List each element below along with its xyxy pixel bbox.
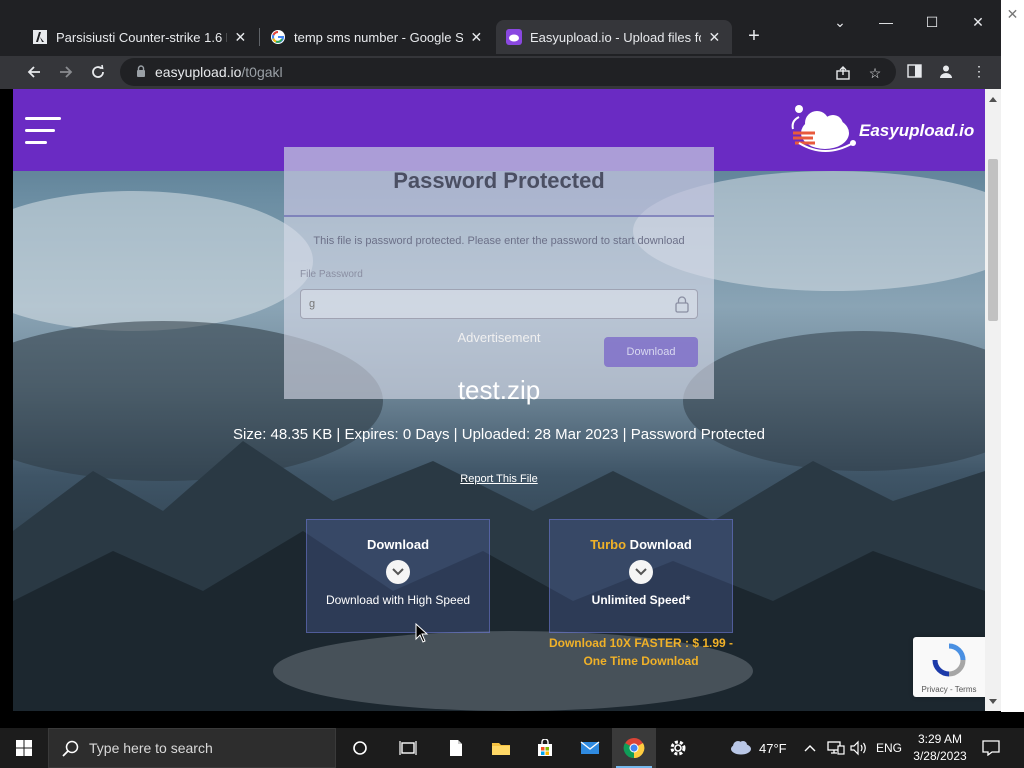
windows-start-icon[interactable] [2,728,46,768]
password-modal: Password Protected This file is password… [284,147,714,399]
notepad-icon[interactable] [434,728,478,768]
mouse-cursor-icon [415,623,429,643]
promo-line-1: Download 10X FASTER : $ 1.99 - [548,636,734,650]
download-card-subtitle: Download with High Speed [325,593,471,607]
modal-message: This file is password protected. Please … [313,235,685,247]
windows-taskbar: Type here to search 47°F ENG 3:29 AM 3/2… [0,728,1024,768]
turbo-card-subtitle: Unlimited Speed* [591,593,691,607]
tab-easyupload[interactable]: Easyupload.io - Upload files for free ✕ [496,20,732,54]
hamburger-menu-icon[interactable] [25,117,61,145]
google-icon [270,29,286,45]
site-logo[interactable]: Easyupload.io [789,103,974,159]
modal-header: Password Protected [284,147,714,217]
cs-icon [32,29,48,45]
task-view-icon[interactable] [386,728,430,768]
tab-close-icon[interactable]: ✕ [233,29,248,46]
weather-temperature: 47°F [759,740,787,756]
url-domain: easyupload.io [155,64,242,80]
tab-close-icon[interactable]: ✕ [469,29,484,46]
background-window-edge: ✕ [1001,0,1024,712]
turbo-promo-text[interactable]: Download 10X FASTER : $ 1.99 - One Time … [541,634,741,670]
system-clock[interactable]: 3:29 AM 3/28/2023 [904,731,976,765]
forward-arrow-icon[interactable] [54,60,78,84]
tab-title: Parsisiusti Counter-strike 1.6 Lietuvisk… [56,29,227,45]
easyupload-icon [506,29,522,45]
close-window-icon[interactable]: ✕ [966,14,990,31]
bookmark-star-icon[interactable]: ☆ [864,62,886,84]
input-language[interactable]: ENG [876,728,902,768]
cortana-icon[interactable] [338,728,382,768]
page-scrollbar[interactable] [985,89,1001,711]
scroll-up-arrow-icon[interactable] [985,91,1001,107]
microsoft-store-icon[interactable] [523,728,567,768]
maximize-icon[interactable]: ☐ [920,14,944,31]
report-file-link[interactable]: Report This File [13,473,985,485]
tab-title: Easyupload.io - Upload files for free [530,29,701,45]
settings-gear-icon[interactable] [656,728,700,768]
notifications-icon[interactable] [982,728,1000,768]
window-left-edge [0,89,13,711]
download-card-title: Download [366,537,430,552]
recaptcha-links[interactable]: Privacy - Terms [913,685,985,694]
tab-search-chevron-icon[interactable]: ⌄ [828,14,852,31]
download-card[interactable]: Download Download with High Speed [306,519,490,633]
cloud-logo-icon [791,105,856,152]
promo-line-2: One Time Download [583,654,699,668]
chevron-down-icon [386,560,410,584]
tab-close-icon[interactable]: ✕ [707,29,722,46]
chrome-taskbar-icon[interactable] [612,728,656,768]
scroll-down-arrow-icon[interactable] [985,693,1001,709]
recaptcha-icon [932,643,966,677]
password-value: g [309,298,316,310]
turbo-word: Turbo [590,537,627,552]
page-viewport: Easyupload.io Password Protected This fi… [13,89,985,711]
recaptcha-badge[interactable]: Privacy - Terms [913,637,985,697]
turbo-title-rest: Download [626,537,692,552]
show-hidden-icons-chevron-icon[interactable] [804,728,816,768]
clock-time: 3:29 AM [917,732,963,746]
weather-widget[interactable]: 47°F [728,728,787,768]
advertisement-label: Advertisement [457,330,541,345]
address-bar[interactable]: easyupload.io/t0gakl ☆ [120,58,896,86]
browser-toolbar: easyupload.io/t0gakl ☆ ⋮ [0,56,1024,89]
scrollbar-thumb[interactable] [988,159,998,321]
logo-text: Easyupload.io [859,121,975,140]
cloud-weather-icon [728,739,752,758]
share-icon[interactable] [832,62,854,84]
mail-icon[interactable] [568,728,612,768]
url-path: /t0gakl [241,64,283,80]
search-icon [62,740,80,761]
taskbar-search-box[interactable]: Type here to search [48,728,336,768]
minimize-icon[interactable]: — [874,14,898,30]
file-meta: Size: 48.35 KB | Expires: 0 Days | Uploa… [233,426,765,443]
tab-counter-strike[interactable]: Parsisiusti Counter-strike 1.6 Lietuvisk… [22,20,258,54]
url-text: easyupload.io/t0gakl [155,64,283,80]
turbo-card-title: Turbo Download [550,537,732,552]
password-input[interactable]: g [300,289,698,319]
modal-title: Password Protected [393,168,605,193]
password-label: File Password [300,269,363,280]
menu-kebab-icon[interactable]: ⋮ [968,60,990,82]
reload-icon[interactable] [86,60,110,84]
tab-title: temp sms number - Google Search [294,29,463,45]
lock-icon[interactable] [136,65,146,83]
search-placeholder: Type here to search [89,740,213,756]
profile-icon[interactable] [935,60,957,82]
volume-icon[interactable] [850,728,868,768]
browser-title-bar: Parsisiusti Counter-strike 1.6 Lietuvisk… [0,0,1024,56]
file-name: test.zip [457,375,541,405]
clock-date: 3/28/2023 [913,749,967,763]
side-panel-icon[interactable] [903,60,925,82]
turbo-download-card[interactable]: Turbo Download Unlimited Speed* [549,519,733,633]
file-explorer-icon[interactable] [479,728,523,768]
chevron-down-icon [629,560,653,584]
tab-google-search[interactable]: temp sms number - Google Search ✕ [260,20,494,54]
new-tab-button[interactable]: + [744,26,764,46]
padlock-icon [675,296,689,316]
back-arrow-icon[interactable] [22,60,46,84]
close-icon[interactable]: ✕ [1001,6,1024,23]
network-icon[interactable] [827,728,845,768]
